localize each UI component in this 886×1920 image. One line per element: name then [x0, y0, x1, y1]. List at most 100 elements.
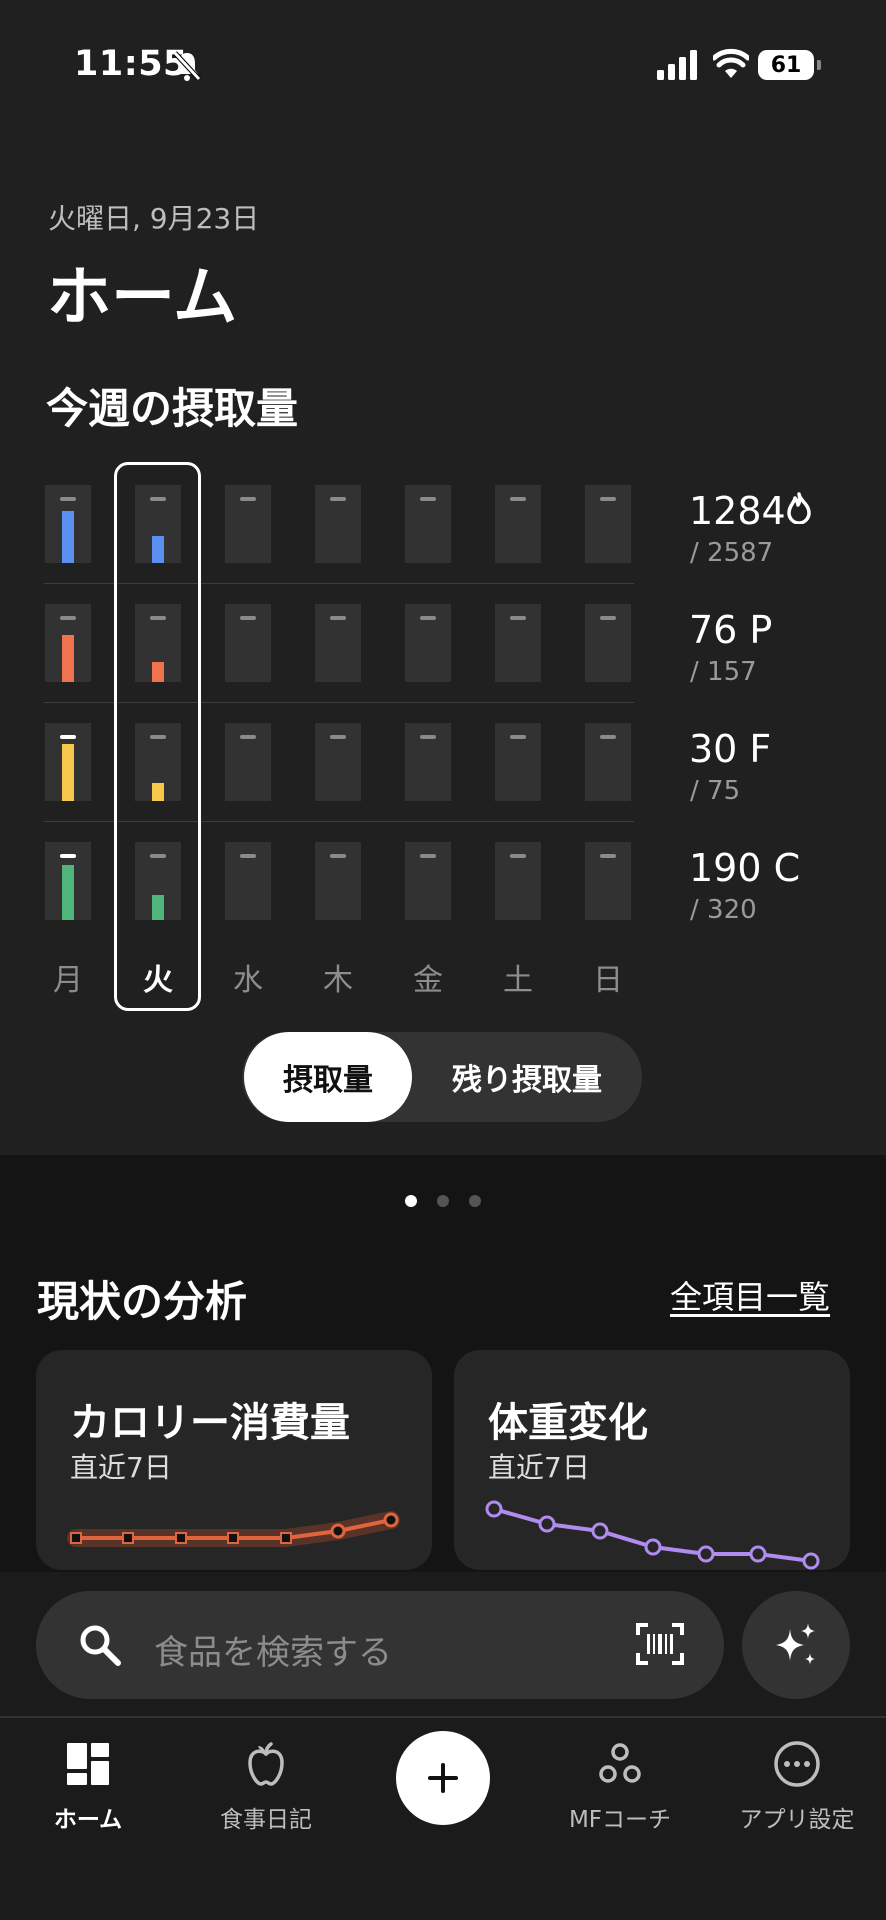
fat-value: 30 F [689, 727, 772, 771]
weight-point-4 [644, 1538, 662, 1556]
fat-cell-1[interactable] [45, 723, 91, 801]
intake-mode-option-intake[interactable]: 摂取量 [244, 1032, 412, 1122]
goal-marker [600, 497, 616, 501]
calorie-point-2 [122, 1532, 134, 1544]
day-label-7[interactable]: 日 [578, 955, 638, 999]
protein-cell-5[interactable] [405, 604, 451, 682]
add-entry-button[interactable] [396, 1731, 490, 1825]
weekly-intake-title: 今週の摂取量 [46, 384, 299, 433]
goal-marker [240, 616, 256, 620]
calorie-burn-card[interactable]: カロリー消費量 直近7日 [36, 1350, 432, 1570]
tab-mf-coach-label: MFコーチ [568, 1807, 672, 1833]
date-label: 火曜日, 9月23日 [48, 202, 260, 235]
goal-marker [240, 854, 256, 858]
calories-cell-3[interactable] [225, 485, 271, 563]
calorie-point-3 [175, 1532, 187, 1544]
carbs-cell-7[interactable] [585, 842, 631, 920]
tab-food-diary[interactable]: 食事日記 [191, 1740, 341, 1834]
protein-cell-4[interactable] [315, 604, 361, 682]
fat-cell-6[interactable] [495, 723, 541, 801]
weight-point-7 [802, 1552, 820, 1570]
protein-value: 76 P [689, 608, 773, 652]
apple-icon [248, 1742, 284, 1786]
carbs-cell-1[interactable] [45, 842, 91, 920]
page-dot-3[interactable] [469, 1195, 481, 1207]
goal-marker [60, 497, 76, 501]
protein-cell-1[interactable] [45, 604, 91, 682]
barcode-scan-icon[interactable] [636, 1623, 684, 1665]
calories-goal: / 2587 [690, 538, 774, 568]
calorie-point-1 [70, 1532, 82, 1544]
goal-marker [60, 616, 76, 620]
analysis-title: 現状の分析 [37, 1277, 248, 1326]
intake-mode-option-remaining[interactable]: 残り摂取量 [412, 1032, 642, 1122]
protein-cell-6[interactable] [495, 604, 541, 682]
goal-marker [240, 735, 256, 739]
tab-app-settings-label: アプリ設定 [739, 1807, 855, 1833]
protein-cell-7[interactable] [585, 604, 631, 682]
tab-home-label: ホーム [53, 1807, 123, 1833]
ai-assistant-button[interactable] [742, 1591, 850, 1699]
fat-cell-4[interactable] [315, 723, 361, 801]
calories-cell-6[interactable] [495, 485, 541, 563]
goal-marker [420, 616, 436, 620]
wifi-icon [713, 48, 749, 78]
calories-cell-4[interactable] [315, 485, 361, 563]
carbs-value: 190 C [689, 846, 801, 890]
goal-marker [330, 854, 346, 858]
battery-indicator: 61 [758, 50, 821, 80]
selected-day-highlight[interactable] [114, 462, 201, 1011]
tab-mf-coach[interactable]: MFコーチ [545, 1740, 695, 1834]
page-dot-2[interactable] [437, 1195, 449, 1207]
tab-app-settings[interactable]: アプリ設定 [722, 1740, 872, 1834]
weight-change-sparkline [485, 1500, 820, 1570]
more-icon [774, 1741, 820, 1787]
search-input[interactable]: 食品を検索する [154, 1625, 392, 1674]
all-items-link[interactable]: 全項目一覧 [670, 1272, 830, 1318]
carbs-cell-3[interactable] [225, 842, 271, 920]
calorie-point-6 [330, 1523, 346, 1539]
calorie-point-7 [383, 1512, 399, 1528]
calorie-burn-sparkline [67, 1511, 400, 1547]
calories-cell-7[interactable] [585, 485, 631, 563]
fat-goal: / 75 [690, 776, 741, 806]
carbs-bar-1 [62, 865, 74, 920]
carbs-cell-4[interactable] [315, 842, 361, 920]
weight-point-3 [591, 1522, 609, 1540]
day-label-6[interactable]: 土 [488, 955, 548, 999]
goal-marker [60, 735, 76, 739]
tab-home[interactable]: ホーム [13, 1740, 163, 1834]
day-label-4[interactable]: 木 [308, 955, 368, 999]
sparkle-icon [776, 1623, 815, 1665]
food-search-bar[interactable]: 食品を検索する [36, 1591, 724, 1699]
page-title: ホーム [47, 261, 238, 335]
intake-mode-toggle[interactable]: 摂取量 残り摂取量 [242, 1032, 642, 1122]
fat-cell-3[interactable] [225, 723, 271, 801]
fat-cell-7[interactable] [585, 723, 631, 801]
goal-marker [420, 735, 436, 739]
goal-marker [510, 616, 526, 620]
goal-marker [600, 735, 616, 739]
goal-marker [510, 735, 526, 739]
carbs-cell-5[interactable] [405, 842, 451, 920]
weight-change-card[interactable]: 体重変化 直近7日 [454, 1350, 850, 1570]
calories-cell-1[interactable] [45, 485, 91, 563]
fat-cell-5[interactable] [405, 723, 451, 801]
day-label-2[interactable]: 火 [128, 955, 188, 999]
weight-point-6 [749, 1545, 767, 1563]
goal-marker [510, 497, 526, 501]
status-time: 11:55 [74, 44, 188, 84]
weight-point-5 [697, 1545, 715, 1563]
page-dot-1[interactable] [405, 1195, 417, 1207]
protein-cell-3[interactable] [225, 604, 271, 682]
cellular-signal-icon [657, 50, 697, 80]
goal-marker [330, 735, 346, 739]
calories-cell-5[interactable] [405, 485, 451, 563]
day-label-5[interactable]: 金 [398, 955, 458, 999]
calories-value: 1284 [689, 489, 786, 533]
day-label-3[interactable]: 水 [218, 955, 278, 999]
carbs-cell-6[interactable] [495, 842, 541, 920]
goal-marker [420, 497, 436, 501]
day-label-1[interactable]: 月 [38, 955, 98, 999]
dashboard-icon [67, 1743, 109, 1785]
